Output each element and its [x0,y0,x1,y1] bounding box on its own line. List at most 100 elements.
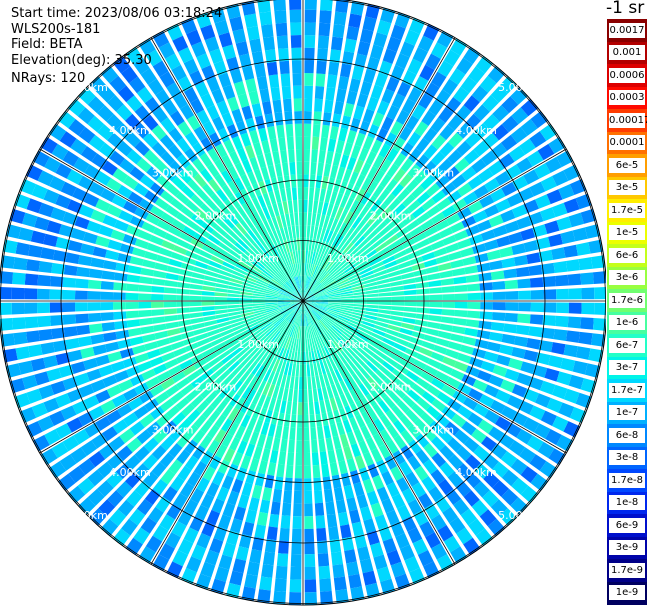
ray-gate-cell [276,124,285,139]
colorbar-tick-label: 1e-6 [609,315,645,331]
ray-gate-cell [269,138,279,153]
ray-gate-cell [37,302,50,314]
ray-gate-cell [245,469,257,485]
ray-gate-cell [356,494,369,509]
ray-gate-cell [311,212,317,226]
ray-gate-cell [305,351,310,365]
ray-gate-cell [317,426,324,440]
ray-gate-cell [154,330,169,340]
ray-gate-cell [274,476,284,490]
ray-gate-cell [275,565,288,580]
ray-gate-cell [293,85,302,99]
ray-gate-cell [503,268,518,279]
ray-gate-cell [464,327,478,337]
ray-gate-cell [232,558,247,574]
ray-gate-cell [125,283,140,292]
ray-gate-cell [356,93,369,108]
ray-gate-cell [304,516,314,529]
ray-gate-cell [333,101,344,115]
ray-gate-cell [292,73,302,86]
ray-gate-cell [340,115,352,130]
ray-gate-cell [30,230,46,245]
ray-gate-cell [304,60,315,74]
ray-gate-cell [429,294,443,301]
range-ring-label: 4.00km [455,124,497,137]
ray-gate-cell [329,462,339,476]
ray-gate-cell [140,325,155,335]
ray-gate-cell [285,464,294,479]
ray-gate-cell [508,231,523,244]
ray-gate-cell [303,402,309,415]
ray-gate-cell [366,490,379,506]
ray-gate-cell [294,478,302,491]
ray-gate-cell [504,312,518,323]
colorbar-tick-label: 0.0003 [609,90,645,106]
ray-gate-cell [309,414,316,428]
ray-gate-cell [517,313,531,324]
ray-gate-cell [268,74,280,89]
ray-gate-cell [447,341,462,351]
ray-gate-cell [403,289,417,296]
ray-gate-cell [256,154,267,169]
ray-gate-cell [245,117,257,133]
ray-gate-cell [505,302,519,311]
ray-gate-cell [335,140,345,154]
ray-gate-cell [266,61,278,76]
ray-gate-cell [572,360,588,375]
ray-gate-cell [515,266,530,278]
ray-gate-cell [259,88,271,103]
ray-gate-cell [306,364,311,377]
ray-gate-cell [40,342,55,355]
ray-gate-cell [235,546,249,561]
colorbar-tick-label: 0.0006 [609,67,645,83]
ray-gate-cell [140,267,155,277]
ray-gate-cell [229,16,244,32]
ray-gate-cell [348,573,362,589]
ray-gate-cell [298,376,303,390]
range-ring-label: 2.00km [195,381,237,394]
ray-gate-cell [486,341,501,353]
ray-gate-cell [467,302,481,310]
ray-gate-cell [190,277,204,285]
ray-gate-cell [239,301,253,304]
ray-gate-cell [437,262,452,272]
ray-gate-cell [435,254,450,265]
ray-gate-cell [176,288,190,295]
ray-gate-cell [163,301,177,308]
ray-gate-cell [366,301,379,305]
ray-gate-cell [92,246,107,258]
ray-gate-cell [523,240,539,253]
ray-gate-cell [457,352,472,364]
ray-gate-cell [343,103,355,118]
ray-gate-cell [268,513,280,528]
ray-gate-cell [274,10,287,24]
ray-gate-cell [246,561,260,576]
ray-gate-cell [360,506,373,521]
ray-gate-cell [293,490,302,504]
ray-gate-cell [378,301,392,306]
ray-gate-cell [300,237,303,251]
ray-gate-cell [291,528,302,542]
ray-gate-cell [30,357,46,372]
ray-gate-cell [304,0,317,10]
ray-gate-cell [202,285,216,292]
ray-gate-cell [453,276,467,285]
ray-gate-cell [90,257,105,269]
ray-gate-cell [214,309,228,315]
ray-gate-cell [134,238,149,250]
ray-gate-cell [80,243,95,255]
ray-gate-cell [262,487,273,501]
ray-gate-cell [319,400,327,414]
ray-gate-cell [254,115,266,130]
ray-gate-cell [201,306,215,311]
ray-gate-cell [138,284,152,293]
ray-gate-cell [151,293,164,301]
ray-gate-cell [332,24,345,39]
ray-gate-cell [560,230,576,245]
ray-gate-cell [240,455,252,470]
ray-gate-cell [279,400,287,414]
ray-gate-cell [18,360,34,375]
ray-gate-cell [227,96,240,112]
ray-gate-cell [80,347,95,359]
ray-gate-cell [303,187,309,200]
